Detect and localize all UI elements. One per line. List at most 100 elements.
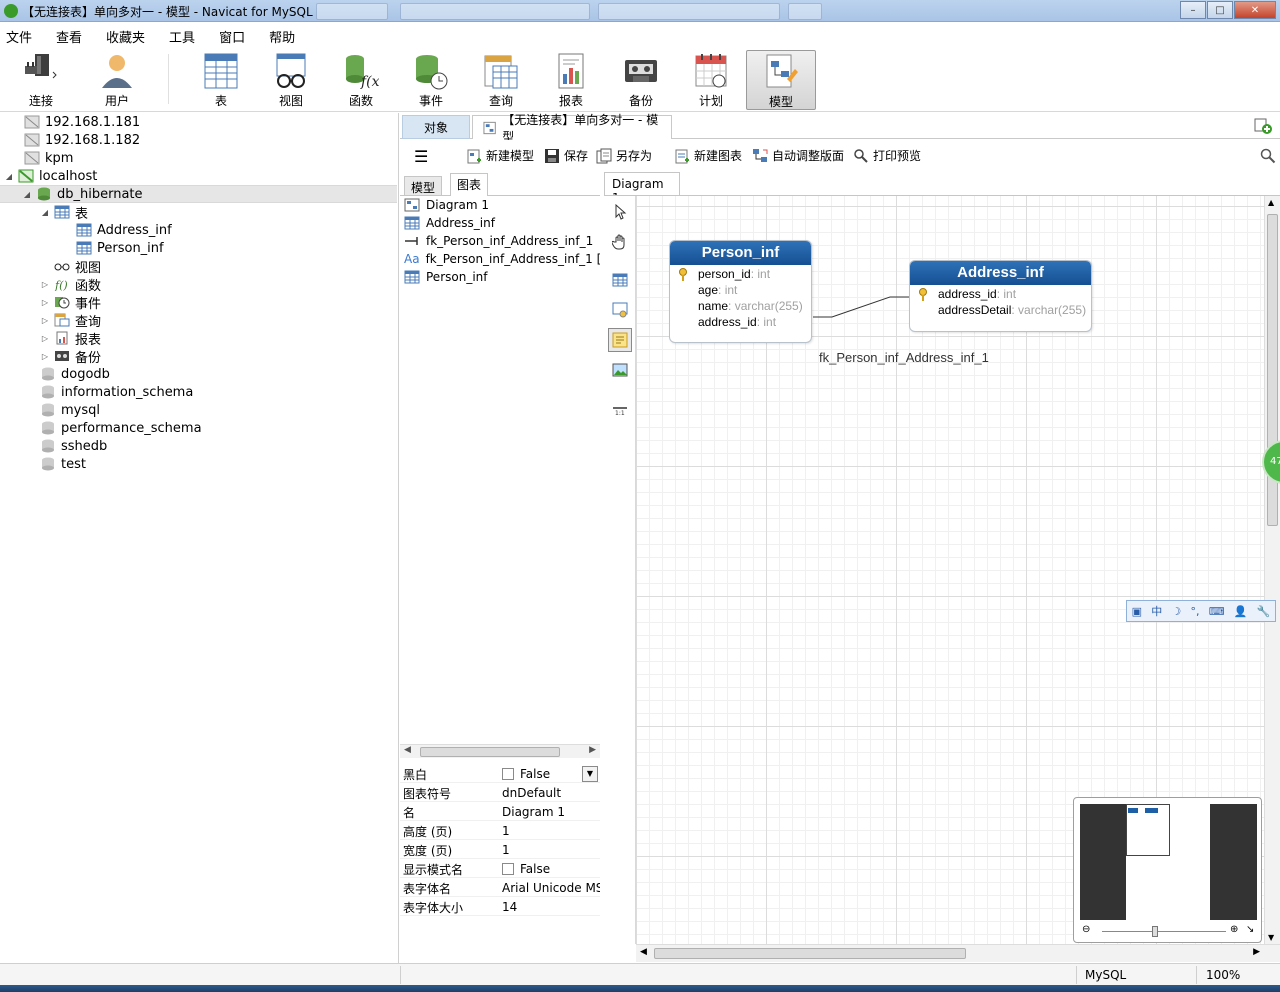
canvas-horizontal-scrollbar[interactable]: ◀ ▶: [636, 944, 1280, 962]
tree-database[interactable]: information_schema: [26, 383, 193, 401]
hamburger-menu-icon[interactable]: ☰: [414, 147, 428, 166]
canvas-vertical-scrollbar[interactable]: ▲ ▼: [1264, 196, 1280, 944]
resize-corner-icon[interactable]: ↘: [1246, 924, 1254, 935]
property-value[interactable]: 1: [500, 840, 600, 858]
image-tool[interactable]: [608, 358, 632, 382]
property-value[interactable]: 14: [500, 897, 600, 915]
pointer-tool[interactable]: [608, 200, 632, 224]
tree-group-views[interactable]: 视图: [40, 257, 101, 276]
background-window-tab[interactable]: [598, 3, 780, 20]
scroll-left-icon[interactable]: ◀: [404, 745, 411, 755]
query-button[interactable]: 查询: [468, 50, 534, 110]
table-button[interactable]: 表: [188, 50, 254, 110]
add-tab-icon[interactable]: [1252, 117, 1274, 135]
backup-button[interactable]: 备份: [608, 50, 674, 110]
tree-connection[interactable]: 192.168.1.181: [10, 113, 140, 131]
tab-objects[interactable]: 对象: [402, 115, 470, 139]
scroll-up-icon[interactable]: ▲: [1268, 198, 1274, 207]
expand-arrow-icon[interactable]: ▷: [40, 280, 50, 289]
ime-item[interactable]: ☽: [1171, 605, 1181, 618]
ime-item[interactable]: 中: [1151, 603, 1162, 619]
tree-group-backups[interactable]: ▷ 备份: [40, 347, 101, 366]
list-item-foreign-key[interactable]: fk_Person_inf_Address_inf_1: [400, 232, 600, 250]
tree-database[interactable]: test: [26, 455, 86, 473]
ime-logo-icon[interactable]: ▣: [1132, 605, 1142, 618]
tree-database-selected[interactable]: ◢ db_hibernate: [0, 185, 397, 203]
view-button[interactable]: 视图: [258, 50, 324, 110]
entity-field[interactable]: person_id: int: [670, 267, 811, 283]
auto-layout-button[interactable]: 自动调整版面: [752, 147, 844, 164]
checkbox[interactable]: [502, 768, 514, 780]
menu-help[interactable]: 帮助: [263, 23, 307, 46]
zoom-slider[interactable]: ⊖ ⊕ ↘: [1080, 924, 1257, 940]
save-as-button[interactable]: 另存为: [596, 147, 652, 164]
list-item-table[interactable]: Address_inf: [400, 214, 600, 232]
list-item-table[interactable]: Person_inf: [400, 268, 600, 286]
close-button[interactable]: ✕: [1234, 1, 1276, 19]
diagram-minimap[interactable]: ⊖ ⊕ ↘: [1073, 797, 1262, 943]
new-model-button[interactable]: 新建模型: [466, 147, 534, 164]
property-value[interactable]: dnDefault: [500, 783, 600, 801]
ime-item[interactable]: °,: [1190, 605, 1199, 618]
tree-connection[interactable]: kpm: [10, 149, 73, 167]
ime-item[interactable]: 👤: [1234, 605, 1248, 618]
entity-person-inf[interactable]: Person_inf person_id: int age: int name:…: [669, 240, 812, 343]
tab-model-panel[interactable]: 模型: [404, 176, 443, 196]
entity-field[interactable]: addressDetail: varchar(255): [910, 303, 1091, 319]
scrollbar-thumb[interactable]: [654, 948, 966, 959]
property-value[interactable]: False ▼: [500, 764, 600, 782]
tree-group-events[interactable]: ▷ 事件: [40, 293, 101, 312]
entity-field[interactable]: address_id: int: [670, 315, 811, 331]
tab-model[interactable]: 【无连接表】单向多对一 - 模型: [472, 113, 672, 144]
model-button[interactable]: 模型: [746, 50, 816, 110]
maximize-button[interactable]: □: [1207, 1, 1233, 19]
entity-field[interactable]: name: varchar(255): [670, 299, 811, 315]
menu-view[interactable]: 查看: [50, 23, 94, 46]
background-window-tab[interactable]: [400, 3, 590, 20]
entity-field[interactable]: address_id: int: [910, 287, 1091, 303]
relation-label[interactable]: fk_Person_inf_Address_inf_1: [819, 350, 989, 365]
ime-item[interactable]: ⌨: [1209, 605, 1225, 618]
print-preview-button[interactable]: 打印预览: [853, 147, 921, 164]
dropdown-arrow-icon[interactable]: ▼: [582, 766, 598, 782]
tree-connection[interactable]: 192.168.1.182: [10, 131, 140, 149]
new-diagram-button[interactable]: 新建图表: [674, 147, 742, 164]
zoom-out-icon[interactable]: ⊖: [1082, 924, 1090, 935]
scrollbar-thumb[interactable]: [420, 747, 560, 757]
tab-diagram-1[interactable]: Diagram 1: [604, 172, 680, 205]
report-button[interactable]: 报表: [538, 50, 604, 110]
property-value[interactable]: Arial Unicode MS: [500, 878, 600, 896]
scroll-left-icon[interactable]: ◀: [640, 947, 647, 957]
event-button[interactable]: 事件: [398, 50, 464, 110]
tab-diagram-panel[interactable]: 图表: [450, 173, 489, 197]
entity-address-inf[interactable]: Address_inf address_id: int addressDetai…: [909, 260, 1092, 332]
property-value[interactable]: False: [500, 859, 600, 877]
expand-arrow-icon[interactable]: ▷: [40, 298, 50, 307]
property-value[interactable]: 1: [500, 821, 600, 839]
background-window-tab[interactable]: [788, 3, 822, 20]
note-tool[interactable]: [608, 328, 632, 352]
menu-favorites[interactable]: 收藏夹: [100, 23, 157, 46]
property-value[interactable]: Diagram 1: [500, 802, 600, 820]
zoom-in-icon[interactable]: ⊕: [1230, 924, 1238, 935]
tree-database[interactable]: dogodb: [26, 365, 110, 383]
tree-group-tables[interactable]: ◢ 表: [40, 203, 88, 222]
save-button[interactable]: 保存: [544, 147, 588, 164]
tree-database[interactable]: mysql: [26, 401, 100, 419]
new-table-tool[interactable]: [608, 268, 632, 292]
user-button[interactable]: 用户: [84, 50, 150, 110]
entity-field[interactable]: age: int: [670, 283, 811, 299]
tree-group-functions[interactable]: ▷ f() 函数: [40, 275, 101, 294]
function-button[interactable]: f(x) 函数: [328, 50, 394, 110]
background-window-tab[interactable]: [316, 3, 388, 20]
list-item-diagram[interactable]: Diagram 1: [400, 196, 600, 214]
scroll-right-icon[interactable]: ▶: [1253, 947, 1260, 957]
hand-tool[interactable]: [608, 230, 632, 254]
tree-table-address[interactable]: Address_inf: [62, 221, 172, 239]
expand-arrow-icon[interactable]: ▷: [40, 352, 50, 361]
scroll-down-icon[interactable]: ▼: [1268, 933, 1274, 942]
scroll-right-icon[interactable]: ▶: [589, 745, 596, 755]
ime-item[interactable]: 🔧: [1257, 605, 1271, 618]
collapse-arrow-icon[interactable]: ◢: [40, 208, 50, 217]
menu-file[interactable]: 文件: [0, 23, 44, 46]
